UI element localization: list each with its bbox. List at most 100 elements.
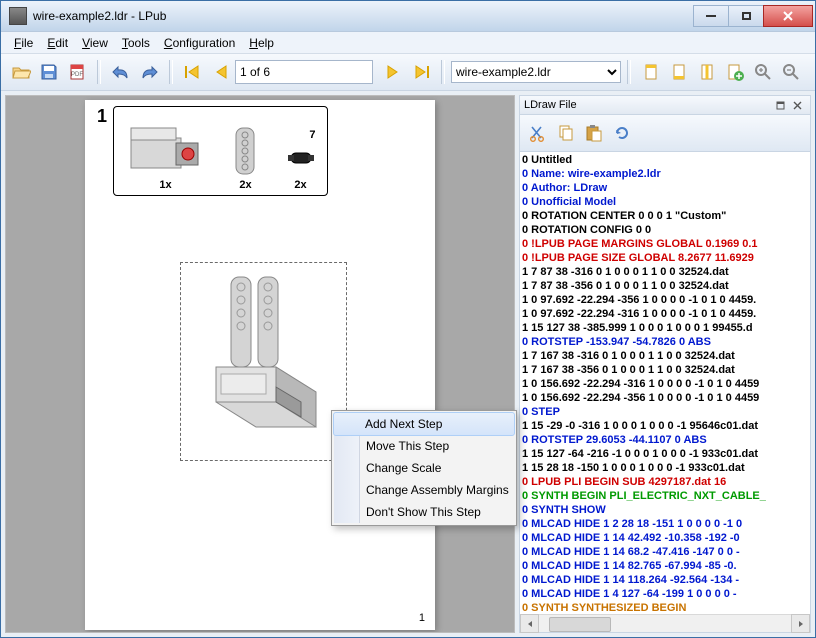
window-title: wire-example2.ldr - LPub (33, 9, 166, 23)
next-page-button[interactable] (379, 58, 407, 86)
export-button[interactable]: PDF (63, 58, 91, 86)
assembly-selection[interactable] (180, 262, 347, 461)
code-line[interactable]: 1 7 87 38 -316 0 1 0 0 0 1 1 0 0 32524.d… (522, 265, 808, 279)
code-line[interactable]: 1 15 127 -64 -216 -1 0 0 0 1 0 0 0 -1 93… (522, 447, 808, 461)
code-line[interactable]: 0 LPUB PLI BEGIN SUB 4297187.dat 16 (522, 475, 808, 489)
doc-button-2[interactable] (665, 58, 693, 86)
code-line[interactable]: 0 ROTATION CONFIG 0 0 (522, 223, 808, 237)
code-line[interactable]: 0 !LPUB PAGE SIZE GLOBAL 8.2677 11.6929 (522, 251, 808, 265)
svg-text:PDF: PDF (71, 72, 83, 78)
copy-button[interactable] (552, 119, 580, 147)
code-line[interactable]: 0 ROTATION CENTER 0 0 0 1 "Custom" (522, 209, 808, 223)
page-number: 1 (419, 612, 425, 624)
prev-page-button[interactable] (207, 58, 235, 86)
main-toolbar: PDF wire-example2.ldr (1, 54, 815, 91)
pli-item-1: 1x (126, 123, 206, 191)
code-line[interactable]: 0 ROTSTEP -153.947 -54.7826 0 ABS (522, 335, 808, 349)
code-line[interactable]: 0 SYNTH SYNTHESIZED BEGIN (522, 601, 808, 614)
instruction-page: 1 1x (85, 100, 435, 630)
code-line[interactable]: 0 Untitled (522, 153, 808, 167)
redo-button[interactable] (135, 58, 163, 86)
code-line[interactable]: 1 15 -29 -0 -316 1 0 0 0 1 0 0 0 -1 9564… (522, 419, 808, 433)
motor-icon (126, 123, 206, 179)
scroll-thumb[interactable] (549, 617, 611, 632)
menubar: File Edit View Tools Configuration Help (1, 32, 815, 54)
step-number: 1 (97, 106, 107, 127)
refresh-button[interactable] (608, 119, 636, 147)
app-icon (9, 7, 27, 25)
cut-button[interactable] (524, 119, 552, 147)
zoom-out-button[interactable] (777, 58, 805, 86)
code-line[interactable]: 1 7 167 38 -316 0 1 0 0 0 1 1 0 0 32524.… (522, 349, 808, 363)
pin-icon (286, 139, 316, 179)
code-line[interactable]: 0 MLCAD HIDE 1 14 82.765 -67.994 -85 -0. (522, 559, 808, 573)
code-line[interactable]: 0 !LPUB PAGE MARGINS GLOBAL 0.1969 0.1 (522, 237, 808, 251)
code-line[interactable]: 0 Name: wire-example2.ldr (522, 167, 808, 181)
menu-tools[interactable]: Tools (115, 34, 157, 52)
code-line[interactable]: 1 7 87 38 -356 0 1 0 0 0 1 1 0 0 32524.d… (522, 279, 808, 293)
hscrollbar[interactable] (520, 614, 810, 632)
ldraw-dock: LDraw File 0 Untitled0 Name: wire-exampl… (519, 95, 811, 633)
code-line[interactable]: 0 Unofficial Model (522, 195, 808, 209)
last-page-button[interactable] (407, 58, 435, 86)
titlebar: wire-example2.ldr - LPub (1, 1, 815, 32)
pli-item-2: 2x (227, 123, 265, 191)
code-line[interactable]: 0 Author: LDraw (522, 181, 808, 195)
scroll-left-button[interactable] (520, 614, 539, 633)
code-line[interactable]: 0 MLCAD HIDE 1 4 127 -64 -199 1 0 0 0 0 … (522, 587, 808, 601)
context-menu: Add Next StepMove This StepChange ScaleC… (331, 410, 517, 526)
code-line[interactable]: 1 15 127 38 -385.999 1 0 0 0 1 0 0 0 1 9… (522, 321, 808, 335)
paste-button[interactable] (580, 119, 608, 147)
liftarm-icon (227, 123, 265, 179)
code-line[interactable]: 0 ROTSTEP 29.6053 -44.1107 0 ABS (522, 433, 808, 447)
dock-close-button[interactable] (789, 97, 806, 113)
dock-header[interactable]: LDraw File (519, 95, 811, 114)
context-menu-item[interactable]: Add Next Step (333, 412, 515, 436)
context-menu-item[interactable]: Change Scale (334, 457, 514, 479)
doc-add-button[interactable] (721, 58, 749, 86)
code-line[interactable]: 1 0 156.692 -22.294 -316 1 0 0 0 0 -1 0 … (522, 377, 808, 391)
undo-button[interactable] (107, 58, 135, 86)
context-menu-item[interactable]: Move This Step (334, 435, 514, 457)
code-line[interactable]: 0 SYNTH SHOW (522, 503, 808, 517)
code-line[interactable]: 0 MLCAD HIDE 1 14 118.264 -92.564 -134 - (522, 573, 808, 587)
parts-list[interactable]: 1x 2x 7 (113, 106, 328, 196)
menu-edit[interactable]: Edit (40, 34, 75, 52)
context-menu-item[interactable]: Don't Show This Step (334, 501, 514, 523)
code-line[interactable]: 0 MLCAD HIDE 1 14 42.492 -10.358 -192 -0 (522, 531, 808, 545)
menu-help[interactable]: Help (242, 34, 281, 52)
code-line[interactable]: 1 7 167 38 -356 0 1 0 0 0 1 1 0 0 32524.… (522, 363, 808, 377)
menu-file[interactable]: File (7, 34, 40, 52)
context-menu-item[interactable]: Change Assembly Margins (334, 479, 514, 501)
dock-float-button[interactable] (772, 97, 789, 113)
doc-button-1[interactable] (637, 58, 665, 86)
page-viewport[interactable]: 1 1x (5, 95, 515, 633)
pli-item-3: 7 2x (286, 129, 316, 191)
dock-toolbar (520, 115, 810, 152)
menu-view[interactable]: View (75, 34, 115, 52)
zoom-in-button[interactable] (749, 58, 777, 86)
save-button[interactable] (35, 58, 63, 86)
open-button[interactable] (7, 58, 35, 86)
close-button[interactable] (763, 5, 813, 27)
minimize-button[interactable] (693, 5, 729, 27)
doc-button-3[interactable] (693, 58, 721, 86)
menu-configuration[interactable]: Configuration (157, 34, 242, 52)
file-dropdown[interactable]: wire-example2.ldr (451, 61, 621, 83)
code-view[interactable]: 0 Untitled0 Name: wire-example2.ldr0 Aut… (520, 152, 810, 614)
code-line[interactable]: 1 0 97.692 -22.294 -356 1 0 0 0 0 -1 0 1… (522, 293, 808, 307)
code-line[interactable]: 1 0 156.692 -22.294 -356 1 0 0 0 0 -1 0 … (522, 391, 808, 405)
maximize-button[interactable] (728, 5, 764, 27)
code-line[interactable]: 1 0 97.692 -22.294 -316 1 0 0 0 0 -1 0 1… (522, 307, 808, 321)
code-line[interactable]: 1 15 28 18 -150 1 0 0 0 1 0 0 0 -1 933c0… (522, 461, 808, 475)
scroll-right-button[interactable] (791, 614, 810, 633)
code-line[interactable]: 0 STEP (522, 405, 808, 419)
scroll-track[interactable] (539, 615, 791, 632)
code-line[interactable]: 0 MLCAD HIDE 1 14 68.2 -47.416 -147 0 0 … (522, 545, 808, 559)
assembly-image (181, 263, 346, 460)
first-page-button[interactable] (179, 58, 207, 86)
code-line[interactable]: 0 SYNTH BEGIN PLI_ELECTRIC_NXT_CABLE_ (522, 489, 808, 503)
code-line[interactable]: 0 MLCAD HIDE 1 2 28 18 -151 1 0 0 0 0 -1… (522, 517, 808, 531)
dock-title: LDraw File (524, 99, 577, 111)
page-input[interactable] (235, 60, 373, 84)
